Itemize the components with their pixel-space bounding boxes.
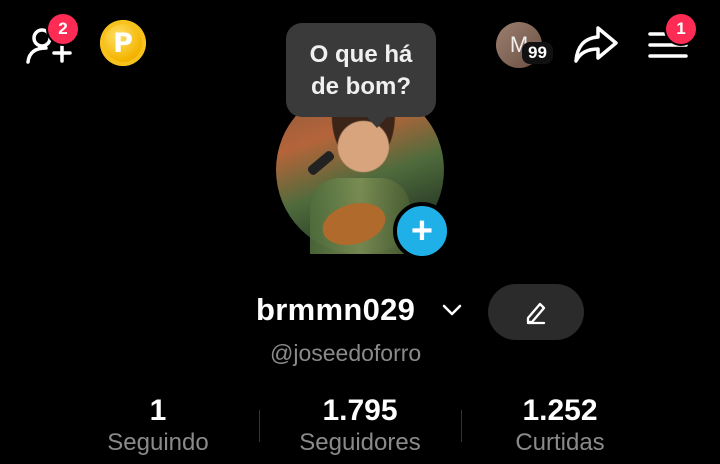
following-count: 1 (149, 394, 167, 427)
edit-profile-button[interactable] (488, 284, 584, 340)
add-friends-badge: 2 (46, 12, 80, 46)
avatar-notification-count: 99 (522, 42, 553, 64)
account-switch-chevron[interactable] (440, 300, 464, 320)
followers-count: 1.795 (322, 394, 398, 427)
coin-button[interactable]: P (100, 20, 146, 66)
whats-new-tooltip[interactable]: O que há de bom? (286, 23, 436, 117)
stat-divider (259, 410, 260, 442)
stat-likes[interactable]: 1.252 Curtidas (490, 394, 630, 458)
stat-followers[interactable]: 1.795 Seguidores (280, 394, 440, 458)
plus-icon: + (410, 210, 434, 252)
coin-icon: P (113, 27, 133, 59)
tooltip-line-2: de bom? (311, 73, 411, 100)
stat-divider (461, 410, 462, 442)
share-icon (574, 26, 618, 63)
following-label: Seguindo (107, 429, 209, 456)
likes-count: 1.252 (522, 394, 598, 427)
add-friends-button[interactable]: 2 (24, 12, 80, 68)
share-button[interactable] (572, 22, 620, 66)
likes-label: Curtidas (515, 429, 605, 456)
add-story-button[interactable]: + (393, 202, 451, 260)
followers-label: Seguidores (299, 429, 421, 456)
user-handle: @joseedoforro (270, 340, 422, 366)
username[interactable]: brmmn029 (256, 292, 415, 328)
pencil-icon (526, 302, 546, 325)
tooltip-line-1: O que há (309, 41, 413, 68)
stat-following[interactable]: 1 Seguindo (88, 394, 228, 458)
chevron-down-icon (442, 304, 462, 316)
tooltip-tail (366, 116, 388, 128)
menu-badge: 1 (664, 12, 698, 46)
